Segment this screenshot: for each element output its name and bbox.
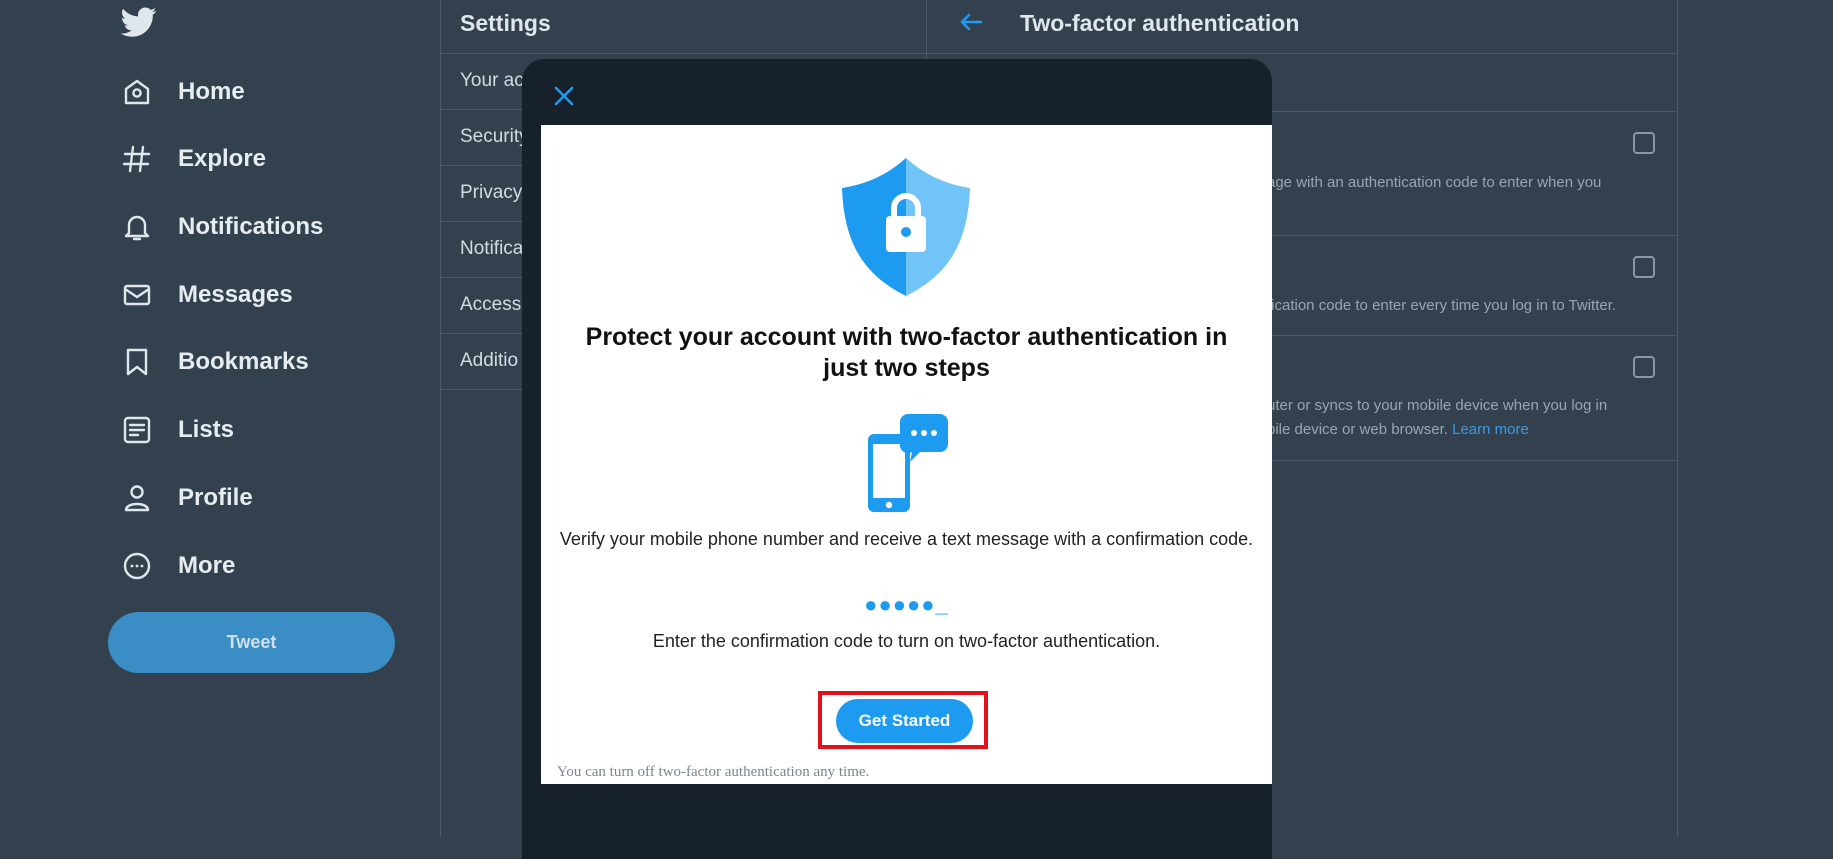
- bookmark-icon: [120, 345, 154, 379]
- footnote-text: You can turn off two-factor authenticati…: [557, 764, 870, 780]
- nav-item-label: Home: [178, 78, 245, 105]
- nav-item-label: Notifications: [178, 213, 324, 240]
- twitter-logo-icon[interactable]: [120, 4, 157, 40]
- option-description-text: bile device or web browser.: [1267, 421, 1448, 438]
- nav-item-notifications[interactable]: Notifications: [120, 205, 323, 249]
- learn-more-link[interactable]: Learn more: [1452, 421, 1529, 438]
- option-description: uter or syncs to your mobile device when…: [1267, 397, 1608, 414]
- text-message-checkbox[interactable]: [1633, 132, 1655, 154]
- get-started-button[interactable]: Get Started: [836, 699, 973, 743]
- home-icon: [120, 75, 154, 109]
- auth-app-checkbox[interactable]: [1633, 256, 1655, 278]
- settings-title: Settings: [460, 10, 551, 36]
- phone-message-icon: [866, 412, 948, 514]
- person-icon: [120, 481, 154, 515]
- security-key-checkbox[interactable]: [1633, 356, 1655, 378]
- nav-item-label: Lists: [178, 416, 235, 443]
- nav-item-bookmarks[interactable]: Bookmarks: [120, 340, 309, 384]
- nav-item-profile[interactable]: Profile: [120, 476, 253, 520]
- nav-item-label: Bookmarks: [178, 348, 309, 375]
- nav-item-label: More: [178, 552, 236, 579]
- nav-item-label: Explore: [178, 145, 267, 172]
- nav-item-label: Profile: [178, 484, 253, 511]
- nav-item-more[interactable]: More: [120, 544, 235, 588]
- option-description-line2: bile device or web browser. Learn more: [1267, 418, 1529, 442]
- more-icon: [120, 549, 154, 583]
- step-two-text: Enter the confirmation code to turn on t…: [652, 631, 1161, 651]
- option-description: age with an authentication code to enter…: [1267, 174, 1602, 191]
- confirmation-code-graphic: ●●●●●_: [864, 592, 949, 617]
- option-description: fication code to enter every time you lo…: [1267, 297, 1617, 314]
- primary-nav: Home Explore Notifications Messages Book…: [0, 0, 440, 837]
- shield-lock-icon: [838, 156, 974, 298]
- two-factor-modal: Protect your account with two-factor aut…: [522, 59, 1272, 859]
- tweet-button[interactable]: Tweet: [108, 612, 395, 673]
- step-one-text: Verify your mobile phone number and rece…: [559, 529, 1254, 549]
- modal-content: Protect your account with two-factor aut…: [541, 125, 1272, 784]
- hashtag-icon: [120, 142, 154, 176]
- close-icon[interactable]: [547, 79, 581, 113]
- back-arrow-icon[interactable]: [957, 8, 985, 36]
- nav-item-home[interactable]: Home: [120, 70, 245, 114]
- nav-item-explore[interactable]: Explore: [120, 137, 266, 181]
- modal-heading: Protect your account with two-factor aut…: [585, 323, 1228, 382]
- bell-icon: [120, 210, 154, 244]
- two-factor-title: Two-factor authentication: [1020, 10, 1300, 36]
- nav-item-messages[interactable]: Messages: [120, 273, 293, 317]
- list-icon: [120, 413, 154, 447]
- nav-item-lists[interactable]: Lists: [120, 408, 234, 452]
- nav-item-label: Messages: [178, 281, 293, 308]
- envelope-icon: [120, 278, 154, 312]
